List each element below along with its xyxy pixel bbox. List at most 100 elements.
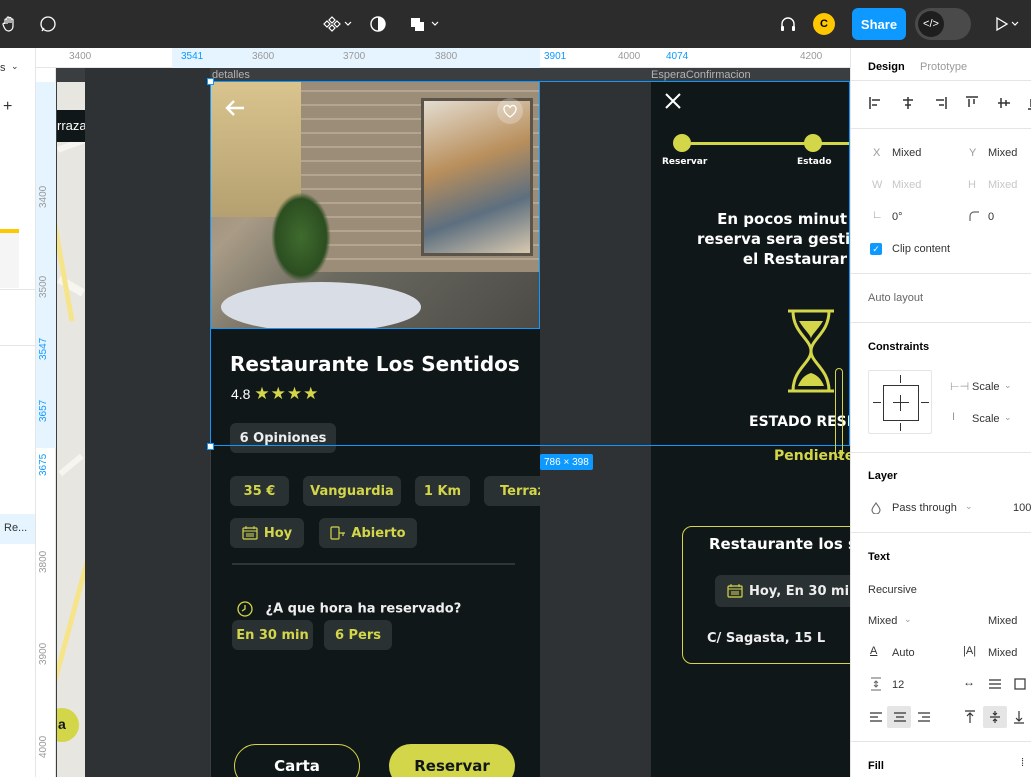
- add-page-button[interactable]: +: [3, 98, 12, 116]
- layer-item-selected[interactable]: Re...: [0, 514, 35, 544]
- constraint-left-line[interactable]: [873, 402, 881, 403]
- text-align-right-icon[interactable]: [917, 711, 931, 723]
- constraint-top-line[interactable]: [900, 375, 901, 383]
- align-left-icon[interactable]: [869, 96, 883, 110]
- clip-content-checkbox[interactable]: ✓: [870, 243, 882, 255]
- letter-spacing-input[interactable]: Mixed: [988, 647, 1017, 659]
- line-height-icon: A: [870, 645, 878, 657]
- align-right-icon[interactable]: [933, 96, 947, 110]
- comment-tool-icon[interactable]: [38, 14, 58, 34]
- tab-prototype[interactable]: Prototype: [920, 61, 967, 73]
- time-option-chip[interactable]: En 30 min: [232, 620, 313, 650]
- fixed-size-icon[interactable]: [1014, 678, 1026, 690]
- ruler-tick: 3675: [38, 453, 49, 476]
- auto-height-icon[interactable]: [988, 678, 1002, 690]
- time-question-label: ¿A que hora ha reservado?: [265, 601, 462, 617]
- reservar-button[interactable]: Reservar: [389, 744, 515, 777]
- vertical-align-middle-icon[interactable]: [989, 710, 1001, 724]
- chevron-down-icon[interactable]: ⌄: [11, 61, 19, 72]
- y-input[interactable]: Mixed: [988, 147, 1017, 159]
- rotation-input[interactable]: 0°: [892, 211, 903, 223]
- font-size-input[interactable]: Mixed: [988, 615, 1017, 627]
- auto-layout-label[interactable]: Auto layout: [868, 292, 923, 304]
- constraint-center-h: [893, 402, 909, 403]
- tag-chip[interactable]: Terraza: [484, 476, 540, 506]
- text-heading: Text: [868, 551, 890, 563]
- ruler-tick: 4000: [38, 735, 49, 758]
- dev-mode-toggle[interactable]: </>: [915, 8, 971, 40]
- line-height-input[interactable]: Auto: [892, 647, 915, 659]
- h-input[interactable]: Mixed: [988, 179, 1017, 191]
- tab-design[interactable]: Design: [868, 61, 905, 73]
- design-properties-panel: Design Prototype X Mixed Y Mixed W Mixed…: [850, 48, 1031, 777]
- day-chip[interactable]: Hoy: [230, 518, 304, 548]
- user-avatar[interactable]: C: [813, 13, 835, 35]
- waiting-message: En pocos minut reserva sera gestic el Re…: [697, 209, 850, 269]
- selection-size-tag: 786 × 398: [540, 454, 593, 470]
- vertical-align-top-icon[interactable]: [964, 710, 976, 724]
- rating-stars: ★★★★: [254, 384, 320, 403]
- back-arrow-icon[interactable]: [223, 96, 247, 120]
- espera-confirmacion-frame[interactable]: Reservar Estado En pocos minut reserva s…: [651, 82, 850, 777]
- map-action-button[interactable]: a: [57, 708, 79, 742]
- radius-input[interactable]: 0: [988, 211, 994, 223]
- tag-chip[interactable]: Vanguardia: [303, 476, 401, 506]
- close-icon[interactable]: [663, 91, 683, 115]
- page-thumb[interactable]: [0, 233, 19, 288]
- ruler-tick: 3400: [69, 51, 92, 62]
- reviews-chip[interactable]: 6 Opiniones: [230, 423, 336, 453]
- align-top-icon[interactable]: [965, 96, 979, 110]
- opacity-input[interactable]: 100: [1013, 502, 1031, 514]
- clock-icon: [237, 601, 253, 617]
- resize-handle[interactable]: [207, 443, 214, 450]
- align-center-h-icon[interactable]: [901, 96, 915, 110]
- ruler-tick: 3800: [435, 51, 458, 62]
- headphones-icon[interactable]: [778, 14, 798, 34]
- w-input[interactable]: Mixed: [892, 179, 921, 191]
- carta-button[interactable]: Carta: [234, 744, 360, 777]
- frame-label-espera[interactable]: EsperaConfirmacion: [651, 69, 751, 81]
- x-input[interactable]: Mixed: [892, 147, 921, 159]
- hand-tool-icon[interactable]: [0, 14, 20, 34]
- reservation-card[interactable]: Restaurante los s Hoy, En 30 min C/ Saga…: [682, 526, 850, 664]
- fill-options-icon[interactable]: ⁞: [1021, 757, 1024, 769]
- present-play-icon[interactable]: [992, 14, 1022, 34]
- scrollbar-thumb[interactable]: [835, 368, 843, 458]
- restaurant-photo[interactable]: [211, 82, 540, 329]
- design-canvas[interactable]: rraza a detalles EsperaConfirmacion Rest…: [56, 68, 850, 777]
- photo-plant: [271, 192, 331, 282]
- font-style-select[interactable]: Mixed: [868, 615, 897, 627]
- favorite-heart-icon[interactable]: [497, 98, 523, 124]
- horizontal-constraint-select[interactable]: Scale: [972, 381, 1000, 393]
- frame-label-detalles[interactable]: detalles: [212, 69, 250, 81]
- components-menu-icon[interactable]: [321, 14, 355, 34]
- text-align-left-icon[interactable]: [869, 711, 883, 723]
- vertical-constraint-select[interactable]: Scale: [972, 413, 1000, 425]
- waiting-message-line: En pocos minut: [717, 210, 847, 228]
- tag-chip[interactable]: 1 Km: [415, 476, 470, 506]
- contrast-toggle-icon[interactable]: [368, 14, 388, 34]
- align-bottom-icon[interactable]: [1027, 96, 1031, 110]
- paragraph-spacing-input[interactable]: 12: [892, 679, 904, 691]
- constraint-bottom-line[interactable]: [900, 423, 901, 431]
- resize-handle[interactable]: [207, 78, 214, 85]
- h-label: H: [968, 179, 976, 191]
- people-option-chip[interactable]: 6 Pers: [324, 620, 392, 650]
- detalles-frame[interactable]: Restaurante Los Sentidos 4.8 ★★★★ 6 Opin…: [211, 82, 540, 777]
- align-center-v-icon[interactable]: [997, 96, 1011, 110]
- ruler-tick: 3800: [38, 550, 49, 573]
- boolean-shapes-icon[interactable]: [408, 14, 442, 34]
- constraint-right-line[interactable]: [921, 402, 929, 403]
- text-align-center-icon[interactable]: [893, 711, 907, 723]
- tag-chip[interactable]: 35 €: [230, 476, 289, 506]
- status-chip[interactable]: Abierto: [319, 518, 417, 548]
- blend-mode-select[interactable]: Pass through: [892, 502, 957, 514]
- constraints-widget[interactable]: [868, 370, 932, 434]
- font-family-select[interactable]: Recursive: [868, 584, 917, 596]
- vertical-align-bottom-icon[interactable]: [1013, 710, 1025, 724]
- map-frame[interactable]: rraza a: [57, 82, 85, 777]
- share-button[interactable]: Share: [852, 8, 906, 40]
- divider: [851, 128, 1031, 129]
- waiting-message-line: el Restaurar: [742, 250, 847, 268]
- auto-width-icon[interactable]: ↔: [963, 675, 975, 689]
